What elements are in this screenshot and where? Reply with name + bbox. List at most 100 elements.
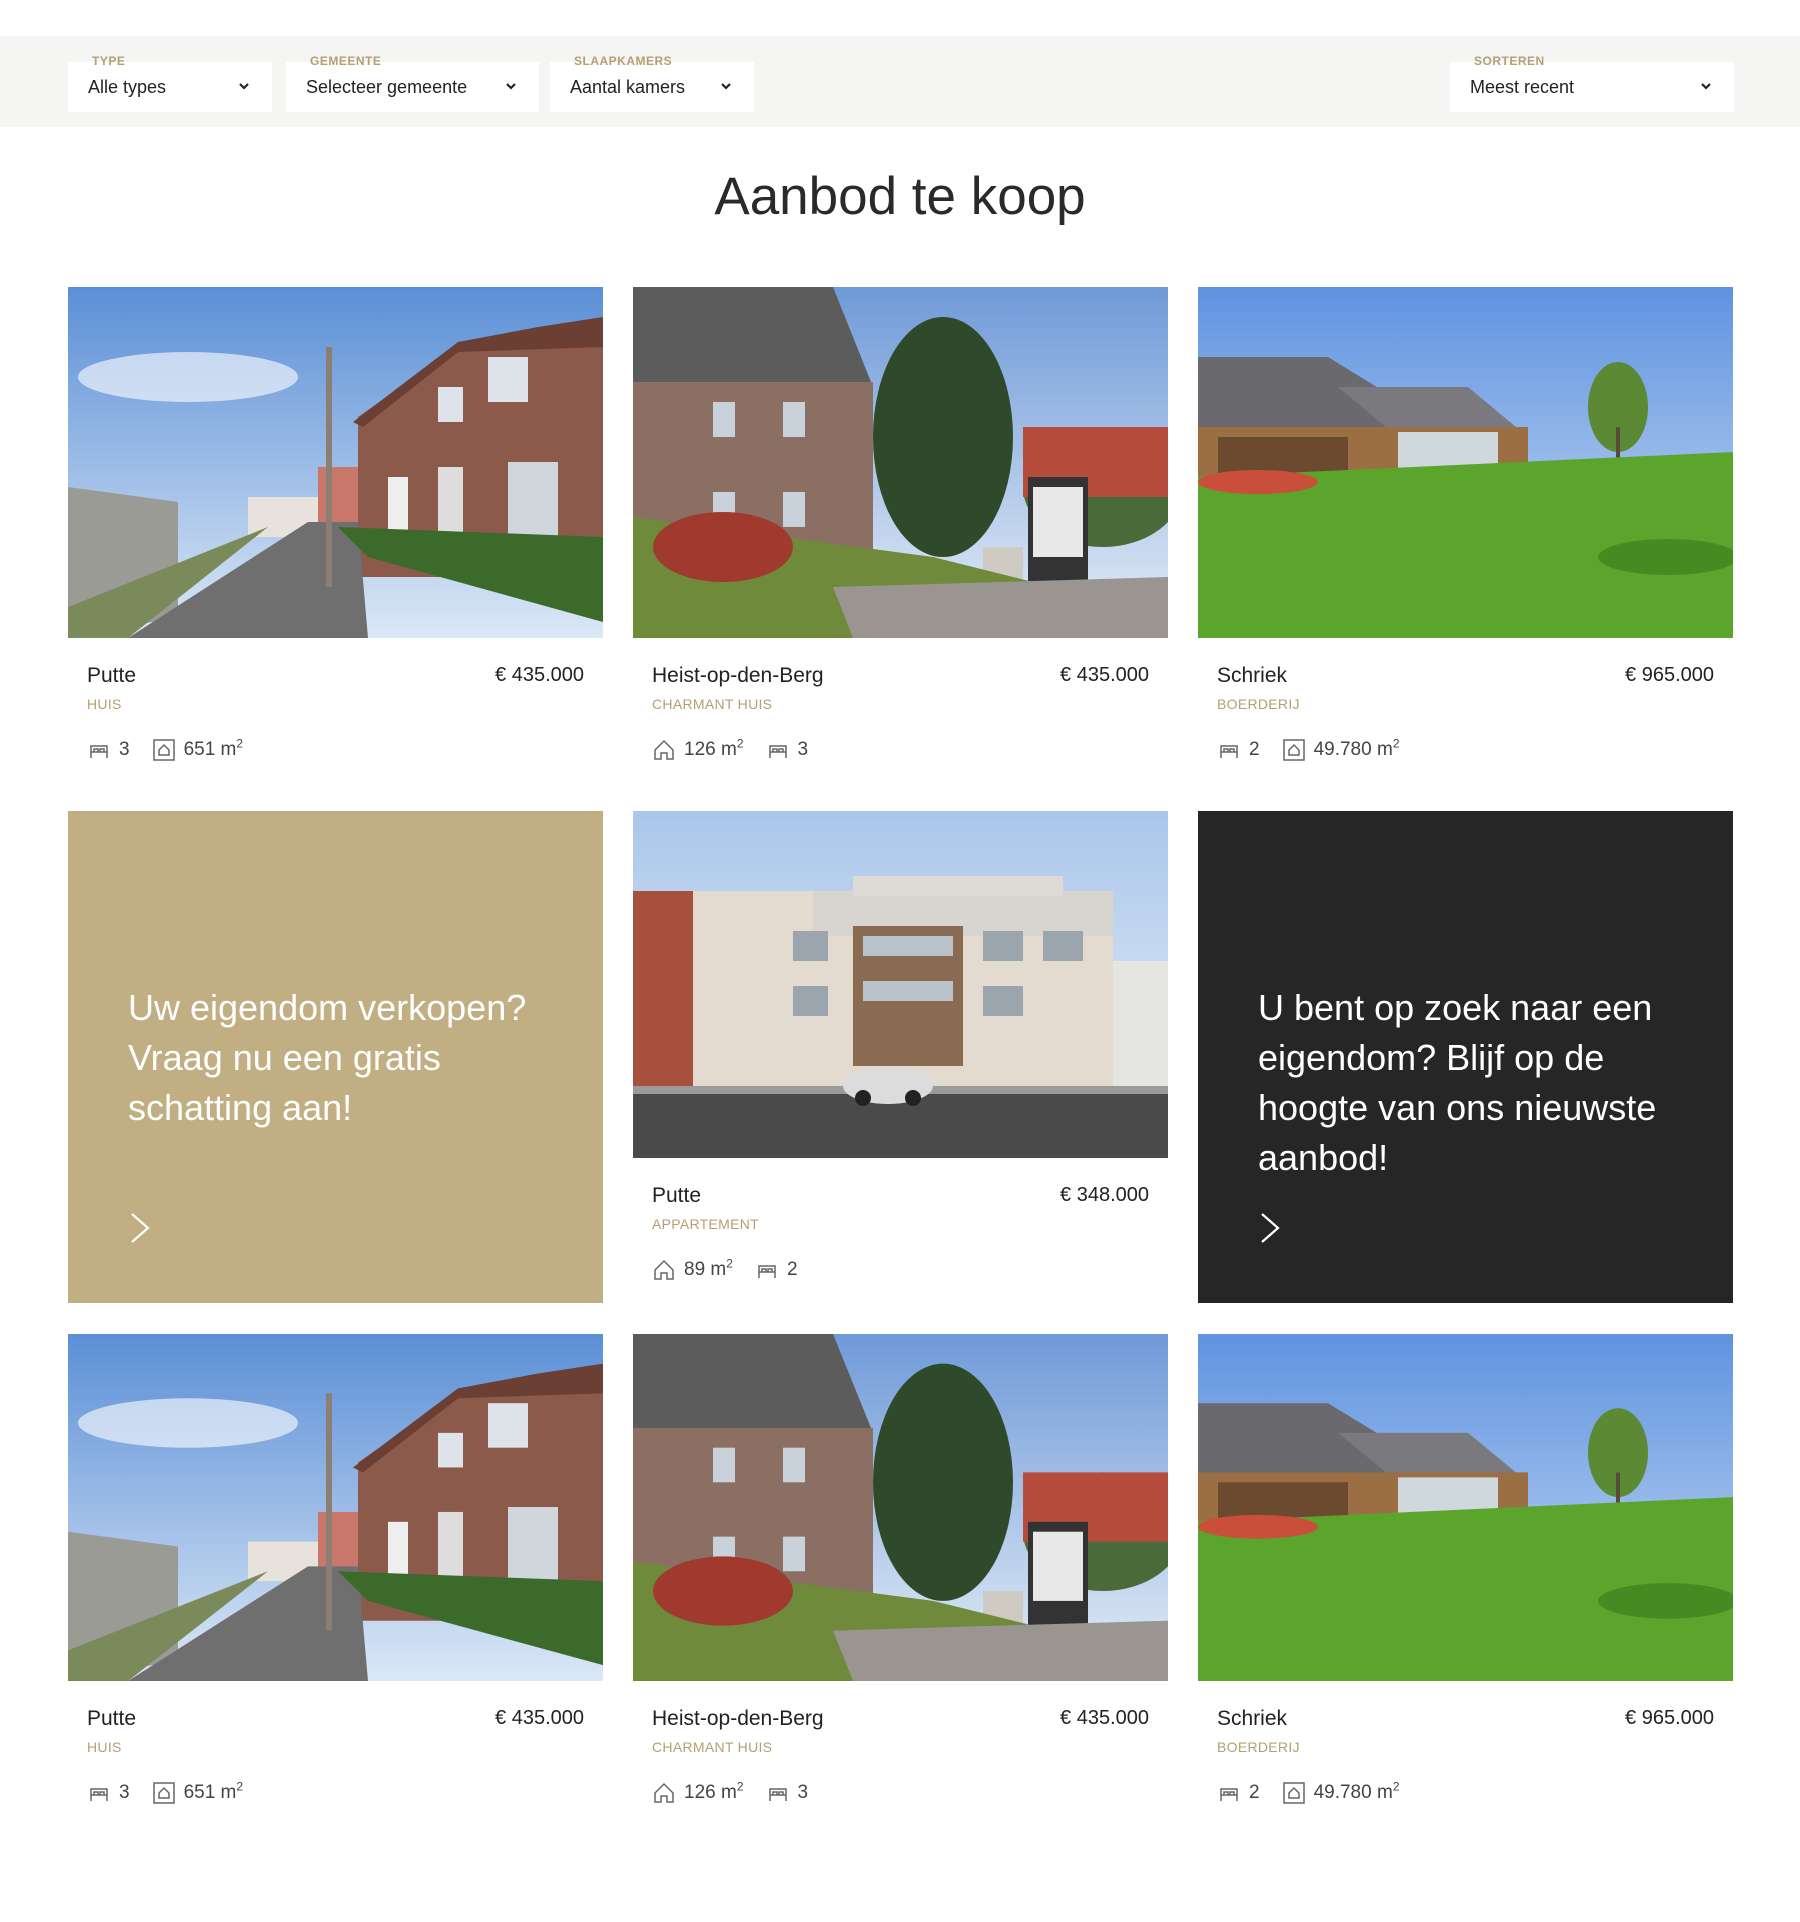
- plot-area-spec: 651 m2: [152, 738, 243, 762]
- sort-label: SORTEREN: [1474, 54, 1545, 68]
- bedrooms-spec: 3: [87, 738, 130, 762]
- living-area-spec: 126 m2: [652, 738, 744, 762]
- listing-card[interactable]: Heist-op-den-Berg € 435.000 CHARMANT HUI…: [633, 287, 1168, 788]
- type-filter-select[interactable]: TYPE Alle types: [68, 54, 272, 112]
- listing-card[interactable]: Schriek € 965.000 BOERDERIJ 2 49.780 m2: [1198, 287, 1733, 788]
- gemeente-filter-label: GEMEENTE: [310, 54, 382, 68]
- bed-icon: [1220, 1788, 1238, 1801]
- plot-area-value: 49.780 m2: [1313, 1779, 1400, 1803]
- gemeente-filter-value: Selecteer gemeente: [306, 77, 468, 97]
- bedrooms-value: 3: [797, 1782, 809, 1803]
- listing-price: € 435.000: [495, 664, 584, 686]
- page-title: Aanbod te koop: [714, 167, 1086, 226]
- listing-info: Heist-op-den-Berg € 435.000 CHARMANT HUI…: [633, 638, 1168, 788]
- listing-city[interactable]: Schriek: [1217, 664, 1287, 688]
- type-filter-value: Alle types: [88, 77, 167, 97]
- listing-type: CHARMANT HUIS: [652, 696, 773, 712]
- chevron-down-icon: [239, 83, 249, 90]
- listing-info: Schriek € 965.000 BOERDERIJ 2 49.780 m2: [1198, 1681, 1733, 1831]
- bed-icon: [768, 745, 787, 758]
- listing-specs: 126 m2 3: [652, 738, 808, 762]
- property-photo[interactable]: [68, 287, 603, 638]
- house-icon: [654, 1782, 674, 1803]
- search-promo-box[interactable]: U bent op zoek naar een eigendom? Blijf …: [1198, 811, 1733, 1303]
- property-photo[interactable]: [633, 1334, 1168, 1681]
- listing-city[interactable]: Schriek: [1217, 1707, 1287, 1731]
- slaapkamers-filter-value: Aantal kamers: [570, 77, 686, 97]
- sell-promo-box[interactable]: Uw eigendom verkopen? Vraag nu een grati…: [68, 811, 603, 1303]
- listing-info: Putte € 348.000 APPARTEMENT 89 m2 2: [633, 1158, 1168, 1308]
- listing-price: € 348.000: [1060, 1184, 1149, 1206]
- bedrooms-spec: 3: [766, 738, 809, 762]
- bedrooms-value: 3: [797, 739, 809, 760]
- chevron-down-icon: [506, 83, 516, 90]
- bedrooms-value: 2: [1249, 1782, 1260, 1803]
- plot-icon: [1282, 1782, 1305, 1804]
- bedrooms-spec: 2: [755, 1258, 798, 1282]
- listing-card[interactable]: Putte € 435.000 HUIS 3 651 m2: [68, 1334, 603, 1831]
- plot-icon: [1282, 739, 1305, 761]
- living-area-value: 89 m2: [684, 1256, 733, 1280]
- sort-select[interactable]: SORTEREN Meest recent: [1450, 54, 1734, 112]
- bed-icon: [758, 1265, 776, 1278]
- listing-type: HUIS: [87, 696, 122, 712]
- type-filter-label: TYPE: [92, 54, 126, 68]
- listing-city[interactable]: Heist-op-den-Berg: [652, 664, 824, 688]
- listing-card[interactable]: Heist-op-den-Berg € 435.000 CHARMANT HUI…: [633, 1334, 1168, 1831]
- gemeente-filter-select[interactable]: GEMEENTE Selecteer gemeente: [286, 54, 539, 112]
- bedrooms-spec: 2: [1217, 1781, 1260, 1805]
- bedrooms-spec: 3: [766, 1781, 809, 1805]
- listing-city[interactable]: Putte: [87, 1707, 136, 1731]
- listing-price: € 435.000: [495, 1707, 584, 1729]
- listing-info: Heist-op-den-Berg € 435.000 CHARMANT HUI…: [633, 1681, 1168, 1831]
- slaapkamers-filter-label: SLAAPKAMERS: [574, 54, 673, 68]
- listing-city[interactable]: Putte: [652, 1184, 701, 1208]
- sell-promo-text: Uw eigendom verkopen? Vraag nu een grati…: [128, 987, 527, 1128]
- listing-info: Putte € 435.000 HUIS 3 651 m2: [68, 1681, 603, 1831]
- bed-icon: [768, 1788, 787, 1801]
- listing-specs: 2 49.780 m2: [1217, 1781, 1400, 1805]
- plot-area-value: 651 m2: [183, 1779, 244, 1803]
- plot-icon: [152, 1782, 175, 1804]
- listing-card[interactable]: Putte € 348.000 APPARTEMENT 89 m2 2: [633, 811, 1168, 1308]
- listing-specs: 89 m2 2: [652, 1258, 798, 1282]
- property-photo[interactable]: [1198, 1334, 1733, 1681]
- listing-type: HUIS: [87, 1739, 122, 1755]
- chevron-down-icon: [721, 83, 731, 90]
- bed-icon: [90, 1788, 108, 1801]
- bedrooms-value: 2: [786, 1259, 798, 1280]
- chevron-right-icon[interactable]: [1258, 1211, 1282, 1245]
- plot-icon: [152, 739, 175, 761]
- living-area-spec: 126 m2: [652, 1781, 744, 1805]
- listing-type: CHARMANT HUIS: [652, 1739, 773, 1755]
- plot-area-spec: 49.780 m2: [1282, 738, 1400, 762]
- listing-card[interactable]: Putte € 435.000 HUIS 3 651 m2: [68, 287, 603, 788]
- living-area-value: 126 m2: [684, 1779, 744, 1803]
- listing-specs: 3 651 m2: [87, 738, 243, 762]
- filter-bar: TYPE Alle types GEMEENTE Selecteer gemee…: [0, 36, 1800, 127]
- bedrooms-spec: 2: [1217, 738, 1260, 762]
- slaapkamers-filter-select[interactable]: SLAAPKAMERS Aantal kamers: [550, 54, 754, 112]
- living-area-spec: 89 m2: [652, 1258, 733, 1282]
- chevron-right-icon[interactable]: [128, 1211, 152, 1245]
- listing-price: € 435.000: [1060, 664, 1149, 686]
- listing-type: BOERDERIJ: [1217, 696, 1300, 712]
- house-icon: [654, 739, 674, 760]
- listing-price: € 965.000: [1625, 1707, 1714, 1729]
- listing-specs: 3 651 m2: [87, 1781, 243, 1805]
- listing-card[interactable]: Schriek € 965.000 BOERDERIJ 2 49.780 m2: [1198, 1334, 1733, 1831]
- bed-icon: [90, 745, 108, 758]
- property-photo[interactable]: [68, 1334, 603, 1681]
- listing-price: € 435.000: [1060, 1707, 1149, 1729]
- listing-specs: 2 49.780 m2: [1217, 738, 1400, 762]
- property-photo[interactable]: [633, 811, 1168, 1158]
- listing-city[interactable]: Putte: [87, 664, 136, 688]
- listing-type: BOERDERIJ: [1217, 1739, 1300, 1755]
- listing-price: € 965.000: [1625, 664, 1714, 686]
- bedrooms-value: 3: [119, 1782, 130, 1803]
- property-photo[interactable]: [633, 287, 1168, 638]
- property-photo[interactable]: [1198, 287, 1733, 638]
- bed-icon: [1220, 745, 1238, 758]
- listing-info: Putte € 435.000 HUIS 3 651 m2: [68, 638, 603, 788]
- listing-city[interactable]: Heist-op-den-Berg: [652, 1707, 824, 1731]
